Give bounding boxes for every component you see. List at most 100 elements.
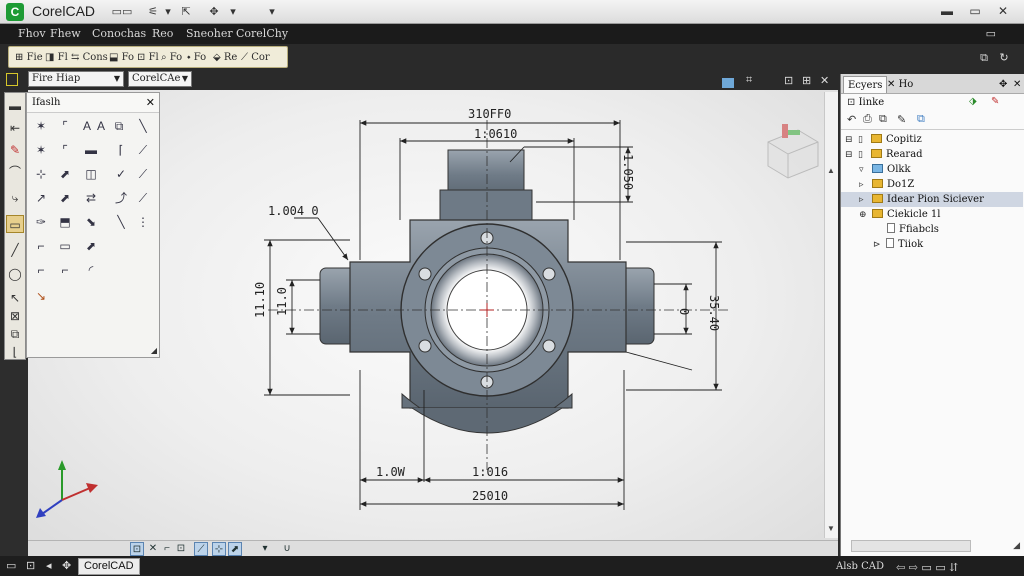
mtext-tool-icon[interactable]: A (91, 117, 111, 135)
filter-icon[interactable]: ⊡ (847, 97, 855, 108)
toolbar-button[interactable]: ⬙ Re (213, 50, 237, 66)
tree-item[interactable]: ⊟ ▯ Rearad (845, 147, 923, 162)
snap-toggle-icon[interactable]: ⌐ (160, 542, 174, 556)
resize-grip-icon[interactable]: ◢ (151, 346, 157, 355)
menu-item[interactable]: Conochas (92, 27, 146, 40)
trim-tool-icon[interactable]: ⌊ (6, 343, 24, 361)
check-tool-icon[interactable]: ✓ (111, 165, 131, 183)
dim-bottom-total[interactable]: 25010 (472, 489, 508, 503)
qa-tool-icon[interactable]: ⚟ (146, 4, 160, 20)
menu-item[interactable]: Fhov (18, 27, 46, 40)
dim-bottom-right[interactable]: 1:016 (472, 465, 508, 479)
grid-toggle-icon[interactable]: ✕ (146, 542, 160, 556)
edit-icon[interactable]: ✎ (897, 113, 906, 126)
restore-button[interactable]: ▭ (964, 2, 986, 20)
view-cube[interactable] (767, 124, 819, 179)
corner-tool-icon[interactable]: ⌐ (55, 261, 75, 279)
tree-item-selected[interactable]: ▹ Idear Pion Siciever (841, 192, 1023, 207)
dimension-tool-icon[interactable]: ⇤ (6, 119, 24, 137)
expand-icon[interactable]: ▿ (859, 163, 869, 178)
tree-item[interactable]: ⊟ ▯ Copitiz (845, 132, 922, 147)
more-options-icon[interactable]: ▾ (258, 542, 272, 556)
tab-ho[interactable]: ✕ Ho (883, 76, 917, 93)
qa-more-icon[interactable]: ▾ (266, 4, 278, 20)
toolbar-button[interactable]: ⬓ Fo (109, 50, 134, 66)
pointer-tool-icon[interactable]: ↘ (31, 287, 51, 305)
etrack-toggle-icon[interactable]: ⬈ (228, 542, 242, 556)
dim-top-outer[interactable]: 310FF0 (468, 107, 511, 121)
dim-right-top[interactable]: 1.050 (621, 154, 635, 190)
block-tool-icon[interactable]: ⊠ (6, 307, 24, 325)
window-tile-icon[interactable]: ⧉ (976, 50, 992, 66)
viewport-maximize-icon[interactable]: ⊡ (784, 74, 793, 87)
resize-grip-icon[interactable]: ◢ (1013, 540, 1020, 551)
snap-tool-icon[interactable]: ⊹ (31, 165, 51, 183)
viewport-restore-icon[interactable] (722, 78, 734, 88)
rectangle-tool-icon[interactable]: ▭ (55, 237, 75, 255)
corner-tool-icon[interactable]: ⌜ (55, 117, 75, 135)
sketch-tool-icon[interactable]: ✑ (31, 213, 51, 231)
ray-tool-icon[interactable]: ⟋ (133, 141, 153, 159)
block-tool-icon[interactable]: ⬒ (55, 213, 75, 231)
panel-restore-icon[interactable]: ▭ (986, 27, 996, 40)
style-combo[interactable]: CorelCAe ▼ (128, 71, 192, 87)
expand-icon[interactable]: ⊟ (845, 148, 855, 163)
toolbar-button[interactable]: ⊡ Fl (137, 50, 159, 66)
qa-pan-dropdown-icon[interactable]: ▾ (226, 4, 240, 20)
dim-left-inner[interactable]: 11.0 (275, 287, 289, 316)
new-layer-icon[interactable]: ⬗ (969, 96, 977, 107)
menu-item[interactable]: Fhew (50, 27, 81, 40)
hatch-tool-icon[interactable]: ▬ (81, 141, 101, 159)
viewport-close-icon[interactable]: ✕ (820, 74, 829, 87)
status-icons-group[interactable]: ⇦ ⇨ ▭ ▭ ⇵ (896, 561, 958, 574)
scroll-up-icon[interactable]: ▲ (827, 166, 835, 175)
arrow-tool-icon[interactable]: ⬊ (81, 213, 101, 231)
bracket-tool-icon[interactable]: ⌈ (111, 141, 131, 159)
toolbar-button[interactable]: ⇆ Cons (71, 50, 108, 66)
tree-item[interactable]: Ffiabcls (887, 222, 939, 237)
region-tool-icon[interactable]: ◫ (81, 165, 101, 183)
arrow-tool-icon[interactable]: ⬈ (55, 189, 75, 207)
expand-icon[interactable]: ▹ (859, 193, 869, 208)
delete-layer-icon[interactable]: ✎ (991, 96, 999, 107)
panel-horizontal-scrollbar[interactable] (851, 540, 971, 552)
viewport-layout-icon[interactable]: ⌗ (746, 74, 752, 87)
status-icon[interactable]: ◂ (46, 559, 52, 572)
select-tool-icon[interactable]: ↖ (6, 289, 24, 307)
dim-left-callout[interactable]: 1.004 0 (268, 204, 319, 218)
refresh-icon[interactable]: ↶ (847, 113, 856, 126)
expand-icon[interactable]: ⊟ (845, 133, 855, 148)
arc-tool-icon[interactable]: ◜ (81, 261, 101, 279)
corner-tool-icon[interactable]: ⌐ (31, 261, 51, 279)
corner-tool-icon[interactable]: ⌜ (55, 141, 75, 159)
tree-item[interactable]: ⊕ Ciekicle 1l (859, 207, 940, 222)
circle-tool-icon[interactable]: ◯ (6, 265, 24, 283)
layer-tool-icon[interactable]: ▬ (6, 97, 24, 115)
copy-icon[interactable]: ⧉ (879, 113, 887, 126)
spline-tool-icon[interactable]: ⟋ (133, 189, 153, 207)
status-icon[interactable]: ▭ (6, 559, 16, 572)
dim-left-outer[interactable]: 11.10 (253, 282, 267, 318)
arc-tool-icon[interactable]: ⌒ (6, 163, 24, 181)
status-icon[interactable]: ⊡ (26, 559, 35, 572)
minimize-button[interactable]: ▬ (936, 2, 958, 20)
status-icon[interactable]: ✥ (62, 559, 71, 572)
tab-layers[interactable]: Ecyers (843, 76, 888, 93)
settings-icon[interactable]: ⧉ (917, 113, 925, 126)
line-draw-icon[interactable]: ╲ (111, 213, 131, 231)
print-icon[interactable]: ⎙ (863, 113, 872, 126)
xline-tool-icon[interactable]: ⟋ (133, 165, 153, 183)
toolbar-button[interactable]: ◨ Fl (45, 50, 68, 66)
expand-icon[interactable]: ⊳ (873, 238, 883, 253)
toolbar-button[interactable]: ⬩ Fo (187, 50, 206, 66)
copy-tool-icon[interactable]: ⧉ (6, 325, 24, 343)
move-tool-icon[interactable]: ⤷ (6, 189, 24, 207)
menu-item[interactable]: Sneoher (186, 27, 233, 40)
tree-item[interactable]: ⊳ Tiiok (873, 237, 923, 252)
scroll-down-icon[interactable]: ▼ (827, 524, 835, 533)
table-tool-icon[interactable]: ⧉ (109, 117, 129, 135)
expand-icon[interactable]: ▹ (859, 178, 869, 193)
toolbar-button[interactable]: ⟋ Cor (241, 50, 270, 66)
layer-icon[interactable] (6, 73, 18, 86)
taskbar-app-button[interactable]: CorelCAD (78, 558, 140, 575)
